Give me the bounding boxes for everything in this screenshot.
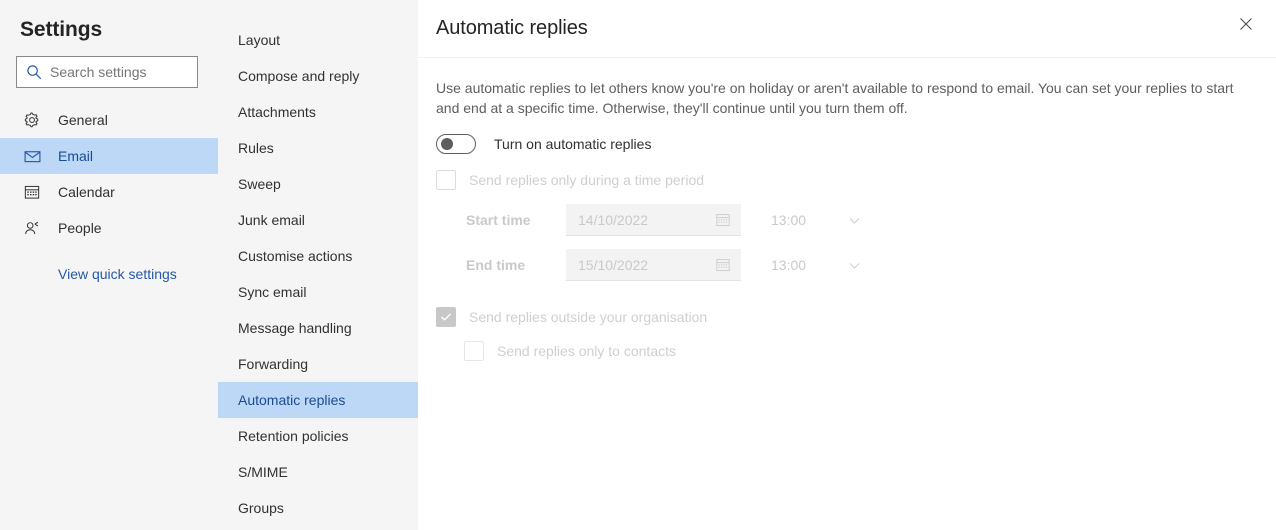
outside-org-checkbox-row: Send replies outside your organisation <box>436 307 1238 327</box>
end-date-input[interactable]: 15/10/2022 <box>566 249 741 281</box>
chevron-down-icon <box>847 258 861 272</box>
calendar-icon <box>714 256 731 273</box>
sidebar-item-people[interactable]: People <box>0 210 218 246</box>
calendar-icon <box>22 182 42 202</box>
contacts-only-checkbox[interactable] <box>464 341 484 361</box>
nav-item-layout[interactable]: Layout <box>218 22 418 58</box>
time-period-checkbox-row: Send replies only during a time period <box>436 170 1238 190</box>
toggle-knob <box>441 138 453 150</box>
automatic-replies-toggle[interactable] <box>436 134 476 154</box>
start-date-input[interactable]: 14/10/2022 <box>566 204 741 236</box>
settings-sidebar: Settings G <box>0 0 218 530</box>
sidebar-nav: General Email Calendar People <box>0 102 218 246</box>
search-box[interactable] <box>16 56 198 88</box>
nav-item-automatic-replies[interactable]: Automatic replies <box>218 382 418 418</box>
sidebar-item-label: Email <box>58 148 94 164</box>
panel-title: Automatic replies <box>436 17 588 39</box>
nav-item-sync-email[interactable]: Sync email <box>218 274 418 310</box>
automatic-replies-panel: Automatic replies Use automatic replies … <box>418 0 1276 530</box>
search-icon <box>25 63 43 81</box>
sidebar-item-email[interactable]: Email <box>0 138 218 174</box>
panel-description: Use automatic replies to let others know… <box>436 80 1234 116</box>
contacts-only-checkbox-label: Send replies only to contacts <box>497 343 676 359</box>
page-title: Settings <box>20 18 103 41</box>
end-time-row: End time 15/10/2022 13:00 <box>436 249 1238 281</box>
envelope-icon <box>22 146 42 166</box>
time-period-checkbox-label: Send replies only during a time period <box>469 172 705 188</box>
end-time-value: 13:00 <box>771 257 807 273</box>
nav-item-message-handling[interactable]: Message handling <box>218 310 418 346</box>
start-time-value: 13:00 <box>771 212 807 228</box>
chevron-down-icon <box>847 213 861 227</box>
person-icon <box>22 218 42 238</box>
nav-item-compose-and-reply[interactable]: Compose and reply <box>218 58 418 94</box>
nav-item-attachments[interactable]: Attachments <box>218 94 418 130</box>
close-button[interactable] <box>1228 8 1264 44</box>
nav-item-retention-policies[interactable]: Retention policies <box>218 418 418 454</box>
nav-item-groups[interactable]: Groups <box>218 490 418 526</box>
nav-item-customise-actions[interactable]: Customise actions <box>218 238 418 274</box>
panel-body: Use automatic replies to let others know… <box>418 58 1276 361</box>
sidebar-item-general[interactable]: General <box>0 102 218 138</box>
search-input[interactable] <box>50 64 190 80</box>
toggle-label: Turn on automatic replies <box>494 136 652 152</box>
start-date-value: 14/10/2022 <box>578 211 649 228</box>
time-period-section: Send replies only during a time period S… <box>436 170 1238 281</box>
sidebar-item-calendar[interactable]: Calendar <box>0 174 218 210</box>
settings-dialog: Settings G <box>0 0 1276 530</box>
nav-item-rules[interactable]: Rules <box>218 130 418 166</box>
start-time-select[interactable]: 13:00 <box>771 204 861 236</box>
nav-item-forwarding[interactable]: Forwarding <box>218 346 418 382</box>
automatic-replies-toggle-row: Turn on automatic replies <box>436 134 1238 154</box>
close-icon <box>1238 16 1254 37</box>
nav-item-junk-email[interactable]: Junk email <box>218 202 418 238</box>
view-quick-settings-link[interactable]: View quick settings <box>0 266 218 282</box>
time-period-checkbox[interactable] <box>436 170 456 190</box>
sidebar-item-label: General <box>58 112 108 128</box>
sidebar-item-label: People <box>58 220 102 236</box>
end-time-select[interactable]: 13:00 <box>771 249 861 281</box>
check-icon <box>441 313 451 321</box>
start-time-label: Start time <box>466 212 531 228</box>
panel-header: Automatic replies <box>418 0 1276 58</box>
end-time-label: End time <box>466 257 526 273</box>
calendar-icon <box>714 211 731 228</box>
outside-organisation-section: Send replies outside your organisation S… <box>436 307 1238 361</box>
nav-item-smime[interactable]: S/MIME <box>218 454 418 490</box>
start-time-row: Start time 14/10/2022 13:00 <box>436 204 1238 236</box>
email-settings-nav: Layout Compose and reply Attachments Rul… <box>218 0 418 530</box>
gear-icon <box>22 110 42 130</box>
nav-item-sweep[interactable]: Sweep <box>218 166 418 202</box>
sidebar-item-label: Calendar <box>58 184 115 200</box>
end-date-value: 15/10/2022 <box>578 256 649 273</box>
contacts-only-checkbox-row: Send replies only to contacts <box>436 341 1238 361</box>
outside-org-checkbox[interactable] <box>436 307 456 327</box>
outside-org-checkbox-label: Send replies outside your organisation <box>469 309 708 325</box>
